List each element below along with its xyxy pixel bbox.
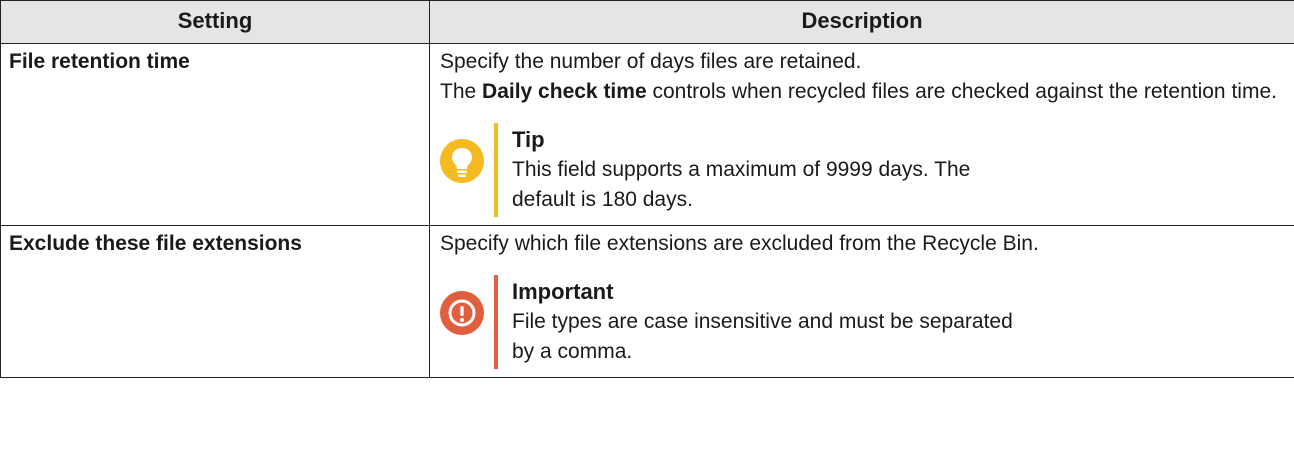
tip-text: This field supports a maximum of 9999 da…	[512, 158, 971, 211]
description-text: The	[440, 80, 483, 103]
setting-description: Specify which file extensions are exclud…	[429, 225, 1294, 378]
setting-name: File retention time	[0, 43, 430, 226]
table-header-row: Setting Description	[0, 0, 1294, 44]
table-row: File retention time Specify the number o…	[0, 43, 1294, 226]
tip-note-body: Tip This field supports a maximum of 999…	[494, 123, 1286, 217]
important-text: File types are case insensitive and must…	[512, 310, 1013, 363]
column-header-setting: Setting	[0, 0, 430, 44]
lightbulb-icon	[440, 139, 484, 183]
setting-name: Exclude these file extensions	[0, 225, 430, 378]
exclamation-icon	[440, 291, 484, 335]
important-note-body: Important File types are case insensitiv…	[494, 275, 1286, 369]
daily-check-time-term: Daily check time	[482, 80, 647, 103]
setting-description: Specify the number of days files are ret…	[429, 43, 1294, 226]
column-header-description: Description	[429, 0, 1294, 44]
settings-table: Setting Description File retention time …	[0, 0, 1294, 378]
description-line: Specify which file extensions are exclud…	[440, 232, 1039, 255]
description-text: controls when recycled files are checked…	[646, 80, 1277, 103]
table-row: Exclude these file extensions Specify wh…	[0, 225, 1294, 378]
tip-note: Tip This field supports a maximum of 999…	[440, 123, 1286, 217]
important-note: Important File types are case insensitiv…	[440, 275, 1286, 369]
description-line: The Daily check time controls when recyc…	[440, 77, 1286, 107]
tip-title: Tip	[512, 127, 545, 152]
important-title: Important	[512, 279, 614, 304]
description-line: Specify the number of days files are ret…	[440, 50, 862, 73]
